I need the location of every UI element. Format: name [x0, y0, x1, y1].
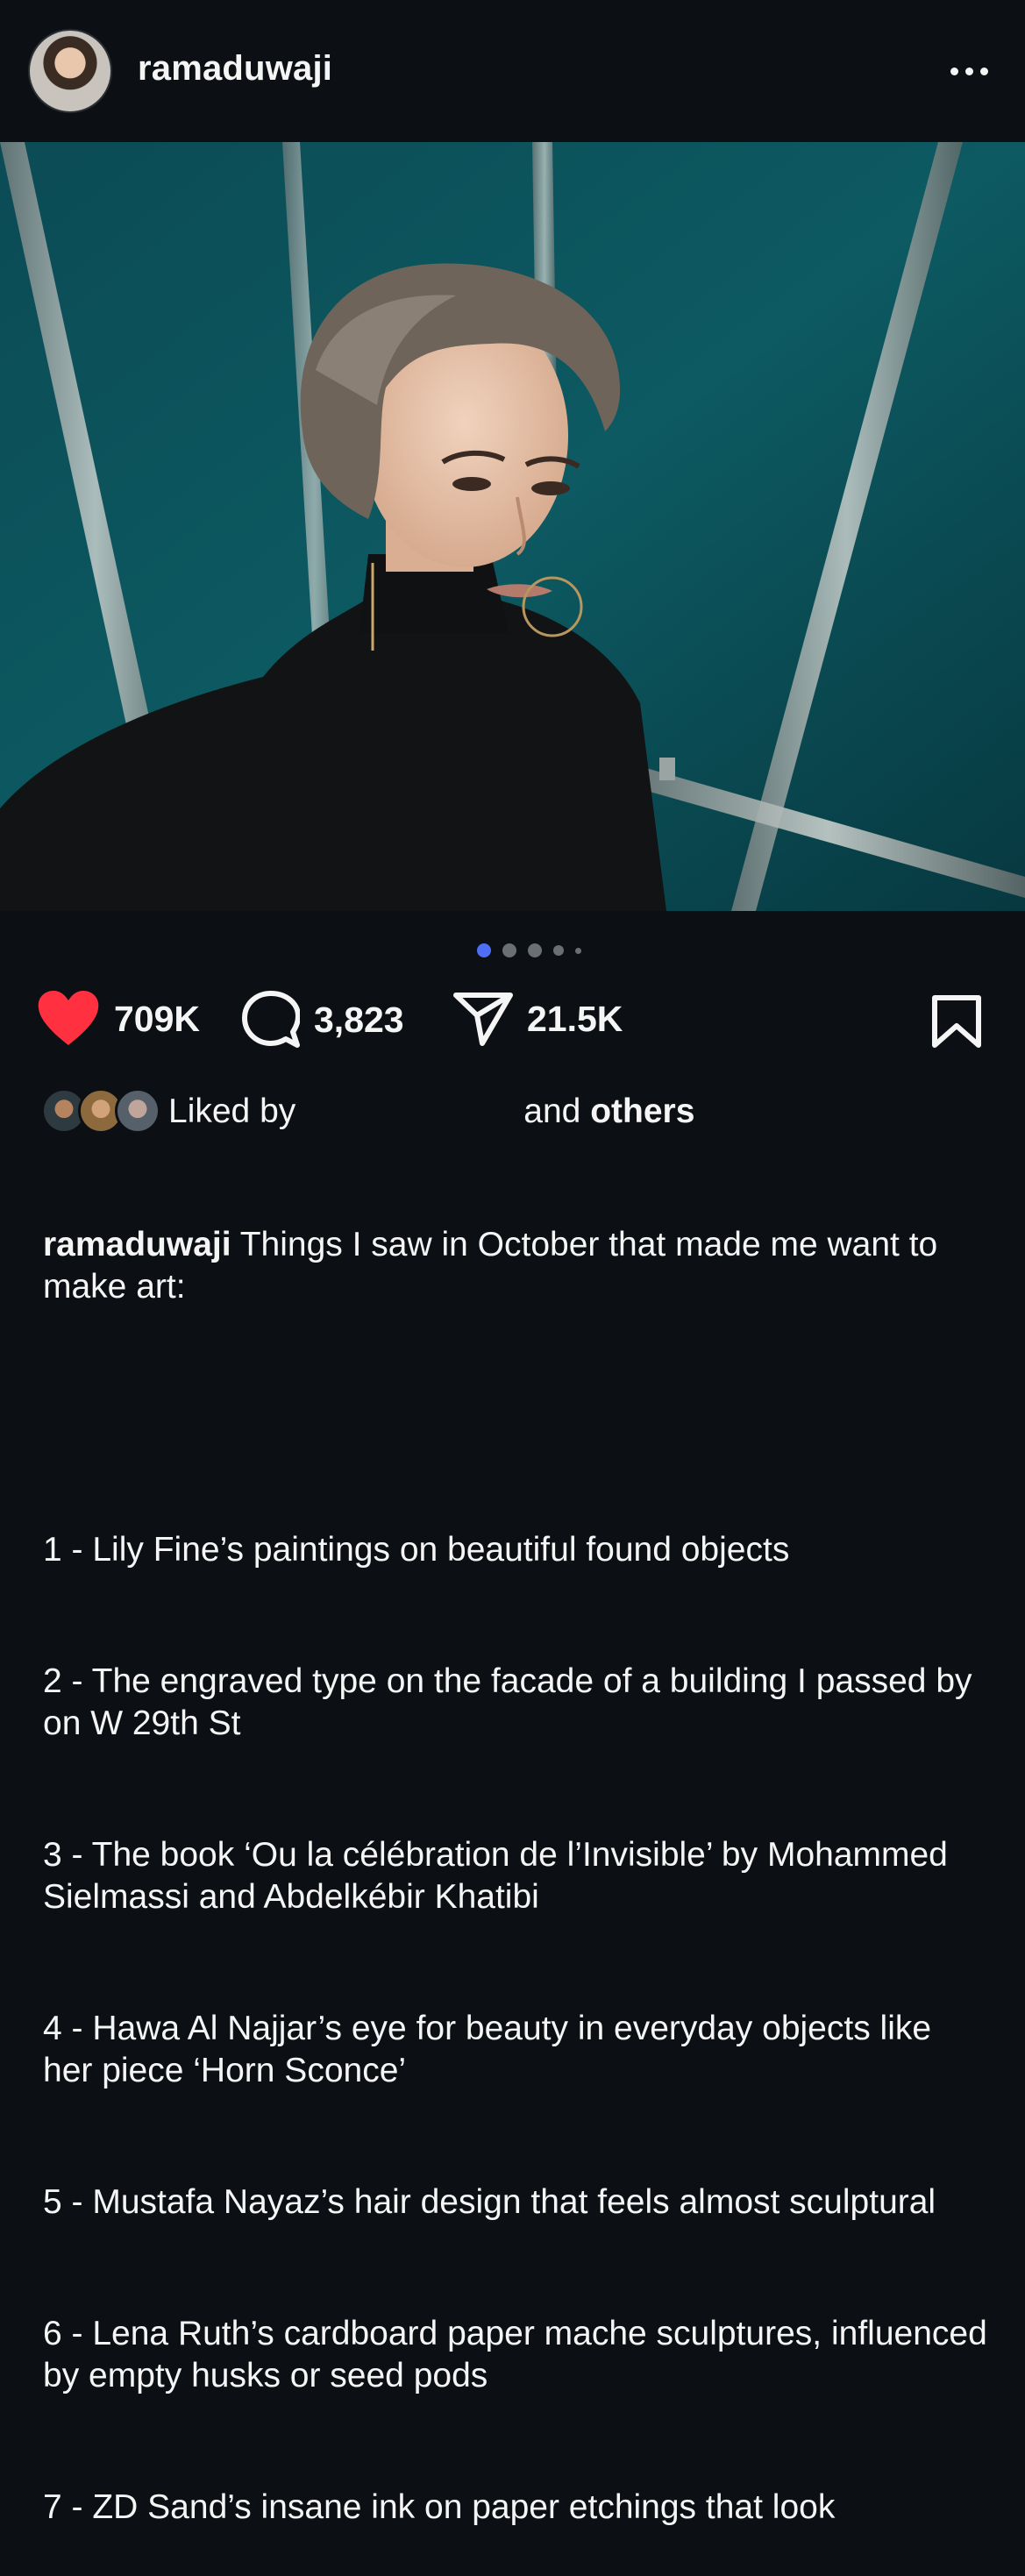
comment-count[interactable]: 3,823 [314, 1000, 404, 1041]
bookmark-icon [932, 995, 981, 1048]
save-button[interactable] [931, 994, 982, 1049]
heart-filled-icon [38, 991, 99, 1045]
caption-item: 3 - The book ‘Ou la célébration de l’Inv… [43, 1836, 957, 1916]
carousel-dot [553, 945, 564, 956]
like-count[interactable]: 709K [114, 999, 200, 1040]
carousel-indicator [477, 943, 581, 957]
caption-item: 1 - Lily Fine’s paintings on beautiful f… [43, 1531, 790, 1569]
comment-bubble-icon [242, 991, 300, 1048]
caption-item: 5 - Mustafa Nayaz’s hair design that fee… [43, 2183, 936, 2221]
liked-by-others-link[interactable]: others [590, 1092, 694, 1131]
carousel-dot [575, 947, 581, 954]
avatar [115, 1088, 160, 1134]
more-options-icon[interactable] [943, 58, 995, 84]
caption-item: 7 - ZD Sand’s insane ink on paper etchin… [43, 2488, 836, 2526]
action-bar: 709K 3,823 21.5K [0, 991, 1025, 1052]
post-caption: ramaduwaji Things I saw in October that … [43, 1140, 990, 2576]
selfie-image [0, 142, 1025, 911]
post-photo[interactable] [0, 142, 1025, 911]
liked-by-row[interactable]: Liked by and others [41, 1087, 694, 1136]
carousel-dot [502, 943, 516, 957]
like-button[interactable]: 709K [37, 991, 200, 1047]
liked-by-avatars [41, 1088, 162, 1135]
more-dot [950, 67, 958, 75]
caption-item: 4 - Hawa Al Najjar’s eye for beauty in e… [43, 2010, 941, 2089]
more-dot [979, 67, 988, 75]
more-dot [964, 67, 973, 75]
share-button[interactable]: 21.5K [453, 991, 623, 1047]
carousel-dot-active [477, 943, 491, 957]
carousel-dot [528, 943, 542, 957]
caption-item: 6 - Lena Ruth’s cardboard paper mache sc… [43, 2315, 997, 2395]
comment-button[interactable]: 3,823 [242, 991, 404, 1049]
liked-by-and: and [523, 1092, 581, 1130]
post-username[interactable]: ramaduwaji [138, 49, 332, 89]
caption-intro: ramaduwaji Things I saw in October that … [43, 1224, 990, 1308]
send-paper-plane-icon [453, 993, 513, 1046]
share-count[interactable]: 21.5K [527, 999, 623, 1040]
caption-username[interactable]: ramaduwaji [43, 1226, 231, 1263]
profile-avatar[interactable] [28, 29, 112, 113]
liked-by-prefix: Liked by [168, 1092, 296, 1130]
post-header: ramaduwaji [0, 0, 1025, 142]
caption-item: 2 - The engraved type on the facade of a… [43, 1662, 982, 1742]
